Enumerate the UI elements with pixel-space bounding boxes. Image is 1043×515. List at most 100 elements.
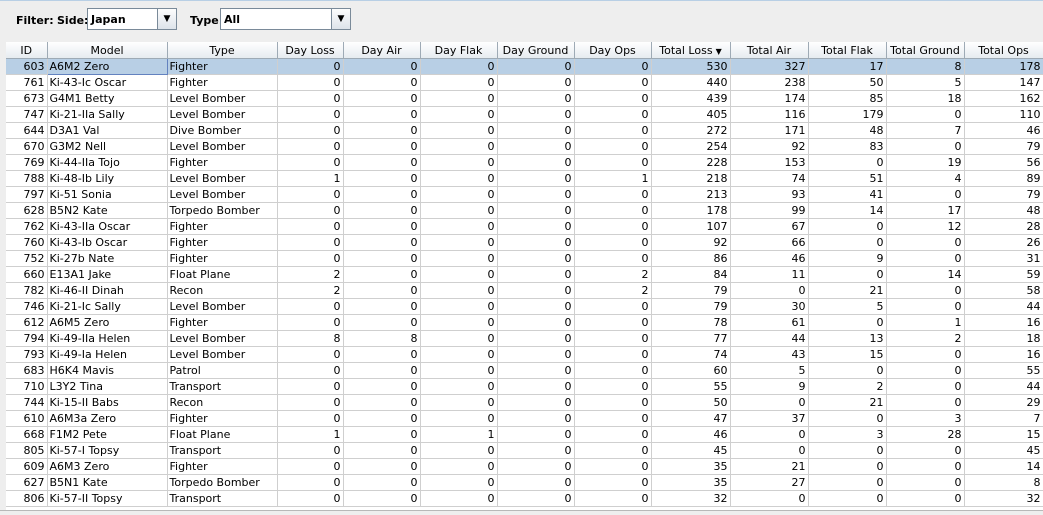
table-cell-id: 668 xyxy=(6,426,48,443)
table-row[interactable]: 668 F1M2 Pete Float Plane 1 0 1 0 0 46 0 3 28 15 xyxy=(6,426,1043,443)
table-row[interactable]: 609 A6M3 Zero Fighter 0 0 0 0 0 35 21 0 0 14 xyxy=(6,458,1043,475)
column-header-model[interactable]: Model xyxy=(47,42,168,59)
table-cell-day-air: 0 xyxy=(343,458,421,475)
table-cell-day-ground: 0 xyxy=(497,490,575,507)
table-cell-day-ops: 0 xyxy=(574,234,652,251)
table-cell-total-ops: 32 xyxy=(964,490,1043,507)
table-row[interactable]: 744 Ki-15-II Babs Recon 0 0 0 0 0 50 0 21 0 29 xyxy=(6,394,1043,411)
type-combobox[interactable]: All ▼ xyxy=(220,8,351,30)
table-cell-total-loss: 79 xyxy=(651,282,731,299)
column-header-id[interactable]: ID xyxy=(6,42,48,59)
table-cell-total-flak: 0 xyxy=(808,314,887,331)
table-cell-total-ground: 18 xyxy=(886,90,965,107)
aircraft-loss-table[interactable]: ID Model Type Day Loss Day Air Day Flak Day Gr… xyxy=(6,42,1043,510)
table-cell-day-ground: 0 xyxy=(497,58,575,75)
table-cell-total-loss: 272 xyxy=(651,122,731,139)
table-row[interactable]: 644 D3A1 Val Dive Bomber 0 0 0 0 0 272 171 48 7 46 xyxy=(6,122,1043,139)
table-cell-day-ops: 0 xyxy=(574,426,652,443)
table-row[interactable]: 612 A6M5 Zero Fighter 0 0 0 0 0 78 61 0 1 16 xyxy=(6,314,1043,331)
column-header-day-ops[interactable]: Day Ops xyxy=(574,42,652,59)
filter-label: Filter: xyxy=(16,14,54,27)
column-header-total-loss[interactable]: Total Loss ▼ xyxy=(651,42,731,59)
table-row[interactable]: 627 B5N1 Kate Torpedo Bomber 0 0 0 0 0 35 27 0 0 8 xyxy=(6,474,1043,491)
table-cell-total-air: 9 xyxy=(730,378,809,395)
column-header-total-flak[interactable]: Total Flak xyxy=(808,42,887,59)
table-cell-day-air: 0 xyxy=(343,394,421,411)
table-row[interactable]: 805 Ki-57-I Topsy Transport 0 0 0 0 0 45 0 0 0 45 xyxy=(6,442,1043,459)
column-header-day-loss[interactable]: Day Loss xyxy=(277,42,344,59)
table-cell-total-flak: 48 xyxy=(808,122,887,139)
table-row[interactable]: 710 L3Y2 Tina Transport 0 0 0 0 0 55 9 2 0 44 xyxy=(6,378,1043,395)
table-cell-total-loss: 84 xyxy=(651,266,731,283)
table-cell-day-flak: 0 xyxy=(420,282,498,299)
table-cell-total-air: 30 xyxy=(730,298,809,315)
table-row[interactable]: 746 Ki-21-Ic Sally Level Bomber 0 0 0 0 0 79 30 5 0… xyxy=(6,298,1043,315)
table-cell-total-loss: 439 xyxy=(651,90,731,107)
table-row[interactable]: 752 Ki-27b Nate Fighter 0 0 0 0 0 86 46 9 0 31 xyxy=(6,250,1043,267)
table-cell-total-air: 99 xyxy=(730,202,809,219)
table-row[interactable]: 793 Ki-49-Ia Helen Level Bomber 0 0 0 0 0 74 43 15… xyxy=(6,346,1043,363)
table-cell-day-air: 0 xyxy=(343,234,421,251)
table-cell-total-ops: 45 xyxy=(964,442,1043,459)
table-row[interactable]: 660 E13A1 Jake Float Plane 2 0 0 0 2 84 11 0 14 59 xyxy=(6,266,1043,283)
column-header-total-air[interactable]: Total Air xyxy=(730,42,809,59)
column-header-day-flak[interactable]: Day Flak xyxy=(420,42,498,59)
table-row[interactable]: 603 A6M2 Zero Fighter 0 0 0 0 0 530 327 17 8 178 xyxy=(6,58,1043,75)
table-cell-model: Ki-43-Ib Oscar xyxy=(47,234,168,251)
table-cell-total-ops: 7 xyxy=(964,410,1043,427)
column-header-day-air[interactable]: Day Air xyxy=(343,42,421,59)
table-cell-day-flak: 0 xyxy=(420,314,498,331)
table-cell-model: Ki-21-Ic Sally xyxy=(47,298,168,315)
table-cell-total-ops: 44 xyxy=(964,298,1043,315)
table-cell-total-flak: 21 xyxy=(808,394,887,411)
table-cell-total-ground: 0 xyxy=(886,282,965,299)
table-row[interactable]: 794 Ki-49-IIa Helen Level Bomber 8 8 0 0 0 77 44 1… xyxy=(6,330,1043,347)
table-row[interactable]: 670 G3M2 Nell Level Bomber 0 0 0 0 0 254 92 83 0 79 xyxy=(6,138,1043,155)
table-cell-total-ground: 3 xyxy=(886,410,965,427)
table-cell-id: 744 xyxy=(6,394,48,411)
table-cell-id: 627 xyxy=(6,474,48,491)
table-cell-type: Recon xyxy=(167,282,278,299)
table-row[interactable]: 762 Ki-43-IIa Oscar Fighter 0 0 0 0 0 107 67 0 12 28 xyxy=(6,218,1043,235)
table-row[interactable]: 797 Ki-51 Sonia Level Bomber 0 0 0 0 0 213 93 41 0 7… xyxy=(6,186,1043,203)
table-cell-type: Fighter xyxy=(167,410,278,427)
table-row[interactable]: 628 B5N2 Kate Torpedo Bomber 0 0 0 0 0 178 99 14 17… xyxy=(6,202,1043,219)
table-cell-day-loss: 0 xyxy=(277,234,344,251)
table-cell-day-loss: 0 xyxy=(277,74,344,91)
table-row[interactable]: 761 Ki-43-Ic Oscar Fighter 0 0 0 0 0 440 238 50 5 14… xyxy=(6,74,1043,91)
table-cell-day-loss: 0 xyxy=(277,490,344,507)
table-cell-day-air: 0 xyxy=(343,154,421,171)
table-cell-day-ground: 0 xyxy=(497,250,575,267)
table-row[interactable]: 782 Ki-46-II Dinah Recon 2 0 0 0 2 79 0 21 0 58 xyxy=(6,282,1043,299)
table-row[interactable]: 806 Ki-57-II Topsy Transport 0 0 0 0 0 32 0 0 0 32 xyxy=(6,490,1043,507)
table-cell-day-ground: 0 xyxy=(497,346,575,363)
table-cell-type: Recon xyxy=(167,394,278,411)
table-cell-day-ground: 0 xyxy=(497,90,575,107)
table-cell-id: 610 xyxy=(6,410,48,427)
table-cell-model: Ki-48-Ib Lily xyxy=(47,170,168,187)
table-cell-day-ops: 0 xyxy=(574,218,652,235)
column-header-total-ground[interactable]: Total Ground xyxy=(886,42,965,59)
table-cell-total-ops: 29 xyxy=(964,394,1043,411)
table-row[interactable]: 683 H6K4 Mavis Patrol 0 0 0 0 0 60 5 0 0 55 xyxy=(6,362,1043,379)
column-header-type[interactable]: Type xyxy=(167,42,278,59)
column-header-day-ground[interactable]: Day Ground xyxy=(497,42,575,59)
table-row[interactable]: 747 Ki-21-IIa Sally Level Bomber 0 0 0 0 0 405 11… xyxy=(6,106,1043,123)
side-combobox[interactable]: Japan ▼ xyxy=(87,8,177,30)
table-cell-total-air: 327 xyxy=(730,58,809,75)
chevron-down-icon[interactable]: ▼ xyxy=(331,9,350,29)
table-cell-total-ops: 16 xyxy=(964,314,1043,331)
table-cell-day-air: 0 xyxy=(343,282,421,299)
table-cell-total-ops: 48 xyxy=(964,202,1043,219)
table-row[interactable]: 769 Ki-44-IIa Tojo Fighter 0 0 0 0 0 228 153 0 19 56 xyxy=(6,154,1043,171)
table-row[interactable]: 610 A6M3a Zero Fighter 0 0 0 0 0 47 37 0 3 7 xyxy=(6,410,1043,427)
column-header-total-ops[interactable]: Total Ops xyxy=(964,42,1043,59)
table-cell-total-ground: 2 xyxy=(886,330,965,347)
chevron-down-icon[interactable]: ▼ xyxy=(157,9,176,29)
table-row[interactable]: 760 Ki-43-Ib Oscar Fighter 0 0 0 0 0 92 66 0 0 26 xyxy=(6,234,1043,251)
table-cell-id: 762 xyxy=(6,218,48,235)
table-row[interactable]: 673 G4M1 Betty Level Bomber 0 0 0 0 0 439 174 85 18… xyxy=(6,90,1043,107)
table-cell-total-ops: 15 xyxy=(964,426,1043,443)
table-row[interactable]: 788 Ki-48-Ib Lily Level Bomber 1 0 0 0 1 218 74 51… xyxy=(6,170,1043,187)
table-cell-model: Ki-49-Ia Helen xyxy=(47,346,168,363)
